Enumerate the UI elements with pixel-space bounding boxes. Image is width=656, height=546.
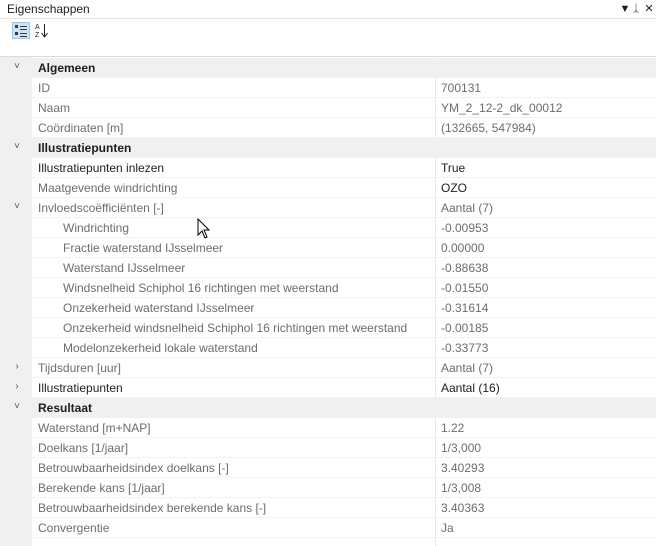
property-name: Fractie waterstand IJsselmeer — [63, 241, 224, 255]
category-label: Algemeen — [38, 61, 96, 75]
property-row[interactable]: Coördinaten [m] (132665, 547984) — [0, 118, 656, 138]
category-row[interactable]: ˅ Resultaat — [0, 398, 656, 418]
property-row[interactable]: Onzekerheid windsnelheid Schiphol 16 ric… — [0, 318, 656, 338]
property-row[interactable]: Betrouwbaarheidsindex doelkans [-] 3.4029… — [0, 458, 656, 478]
property-row[interactable]: Illustratiepunten inlezen True — [0, 158, 656, 178]
property-row[interactable]: Maatgevende windrichting OZO — [0, 178, 656, 198]
property-name: Windsnelheid Schiphol 16 richtingen met … — [63, 281, 339, 295]
property-name: Illustratiepunten inlezen — [38, 161, 165, 175]
collapse-chevron-icon[interactable]: ˅ — [11, 401, 23, 415]
property-row[interactable]: ˅ Invloedscoëfficiënten [-] Aantal (7) — [0, 198, 656, 218]
property-value: 3.40293 — [441, 461, 485, 475]
property-value: Aantal (7) — [441, 361, 494, 375]
panel-titlebar: Eigenschappen ▼ ᛣ ✕ — [0, 0, 656, 19]
property-name: Naam — [38, 101, 71, 115]
property-name: Maatgevende windrichting — [38, 181, 178, 195]
category-row[interactable]: ˅ Illustratiepunten — [0, 138, 656, 158]
category-label: Illustratiepunten — [38, 141, 132, 155]
category-label: Resultaat — [38, 401, 93, 415]
expand-chevron-icon[interactable]: › — [11, 361, 23, 375]
property-value: -0.88638 — [441, 261, 489, 275]
property-name: Onzekerheid waterstand IJsselmeer — [63, 301, 255, 315]
property-name: Betrouwbaarheidsindex berekende kans [-] — [38, 501, 267, 515]
pin-icon[interactable]: ᛣ — [629, 1, 643, 17]
categorized-button[interactable] — [12, 22, 30, 39]
property-value: YM_2_12-2_dk_00012 — [441, 101, 563, 115]
property-name: Coördinaten [m] — [38, 121, 124, 135]
property-grid[interactable]: ˅ Algemeen ID 700131 Naam YM_2_12-2_dk_00012 C… — [0, 57, 656, 546]
sort-az-icon: A Z — [35, 24, 48, 39]
property-row[interactable]: ID 700131 — [0, 78, 656, 98]
svg-text:Z: Z — [35, 32, 40, 39]
property-row[interactable]: Waterstand IJsselmeer -0.88638 — [0, 258, 656, 278]
category-row[interactable]: ˅ Algemeen — [0, 58, 656, 78]
property-row[interactable]: › Illustratiepunten Aantal (16) — [0, 378, 656, 398]
property-name: Waterstand [m+NAP] — [38, 421, 151, 435]
collapse-chevron-icon[interactable]: ˅ — [11, 141, 23, 155]
property-name: Onzekerheid windsnelheid Schiphol 16 ric… — [63, 321, 408, 335]
property-name: Convergentie — [38, 521, 110, 535]
mouse-cursor-icon — [197, 218, 211, 239]
alphabetical-button[interactable]: A Z — [33, 22, 51, 39]
property-value: 1/3,000 — [441, 441, 482, 455]
categorized-icon — [15, 25, 27, 37]
property-row[interactable]: Naam YM_2_12-2_dk_00012 — [0, 98, 656, 118]
property-row[interactable]: Waterstand [m+NAP] 1.22 — [0, 418, 656, 438]
row-divider — [32, 537, 656, 538]
property-name: Betrouwbaarheidsindex doelkans [-] — [38, 461, 229, 475]
property-value: 1.22 — [441, 421, 465, 435]
property-value: Ja — [441, 521, 454, 535]
property-value: -0.00953 — [441, 221, 489, 235]
property-value: 0.00000 — [441, 241, 485, 255]
property-value: 700131 — [441, 81, 482, 95]
property-row[interactable]: Convergentie Ja — [0, 518, 656, 538]
property-value: -0.01550 — [441, 281, 489, 295]
property-value: 3.40363 — [441, 501, 485, 515]
property-name: Tijdsduren [uur] — [38, 361, 121, 375]
property-name: ID — [38, 81, 50, 95]
property-row[interactable]: Modelonzekerheid lokale waterstand -0.337… — [0, 338, 656, 358]
property-toolbar: A Z — [0, 19, 656, 57]
property-value: -0.31614 — [441, 301, 489, 315]
property-value: -0.33773 — [441, 341, 489, 355]
property-value: OZO — [441, 181, 467, 195]
property-value[interactable]: Aantal (16) — [441, 381, 500, 395]
collapse-chevron-icon[interactable]: ˅ — [11, 61, 23, 75]
expand-chevron-icon[interactable]: › — [11, 381, 23, 395]
property-name: Berekende kans [1/jaar] — [38, 481, 165, 495]
property-name: Doelkans [1/jaar] — [38, 441, 129, 455]
property-name: Illustratiepunten — [38, 381, 123, 395]
svg-text:A: A — [35, 24, 40, 31]
property-row[interactable]: Doelkans [1/jaar] 1/3,000 — [0, 438, 656, 458]
property-row[interactable]: Onzekerheid waterstand IJsselmeer -0.3161… — [0, 298, 656, 318]
property-value: (132665, 547984) — [441, 121, 536, 135]
property-value[interactable]: True — [441, 161, 465, 175]
property-name: Waterstand IJsselmeer — [63, 261, 186, 275]
panel-title: Eigenschappen — [7, 2, 90, 16]
property-row[interactable]: Betrouwbaarheidsindex berekende kans [-]… — [0, 498, 656, 518]
property-row[interactable]: › Tijdsduren [uur] Aantal (7) — [0, 358, 656, 378]
property-name: Windrichting — [63, 221, 130, 235]
property-value: -0.00185 — [441, 321, 489, 335]
property-row[interactable]: Berekende kans [1/jaar] 1/3,008 — [0, 478, 656, 498]
close-icon[interactable]: ✕ — [642, 1, 656, 17]
property-name: Invloedscoëfficiënten [-] — [38, 201, 164, 215]
property-row[interactable]: Windrichting -0.00953 — [0, 218, 656, 238]
property-row[interactable]: Fractie waterstand IJsselmeer 0.00000 — [0, 238, 656, 258]
property-value: 1/3,008 — [441, 481, 482, 495]
collapse-chevron-icon[interactable]: ˅ — [11, 201, 23, 215]
property-value: Aantal (7) — [441, 201, 494, 215]
property-name: Modelonzekerheid lokale waterstand — [63, 341, 258, 355]
property-row[interactable]: Windsnelheid Schiphol 16 richtingen met … — [0, 278, 656, 298]
